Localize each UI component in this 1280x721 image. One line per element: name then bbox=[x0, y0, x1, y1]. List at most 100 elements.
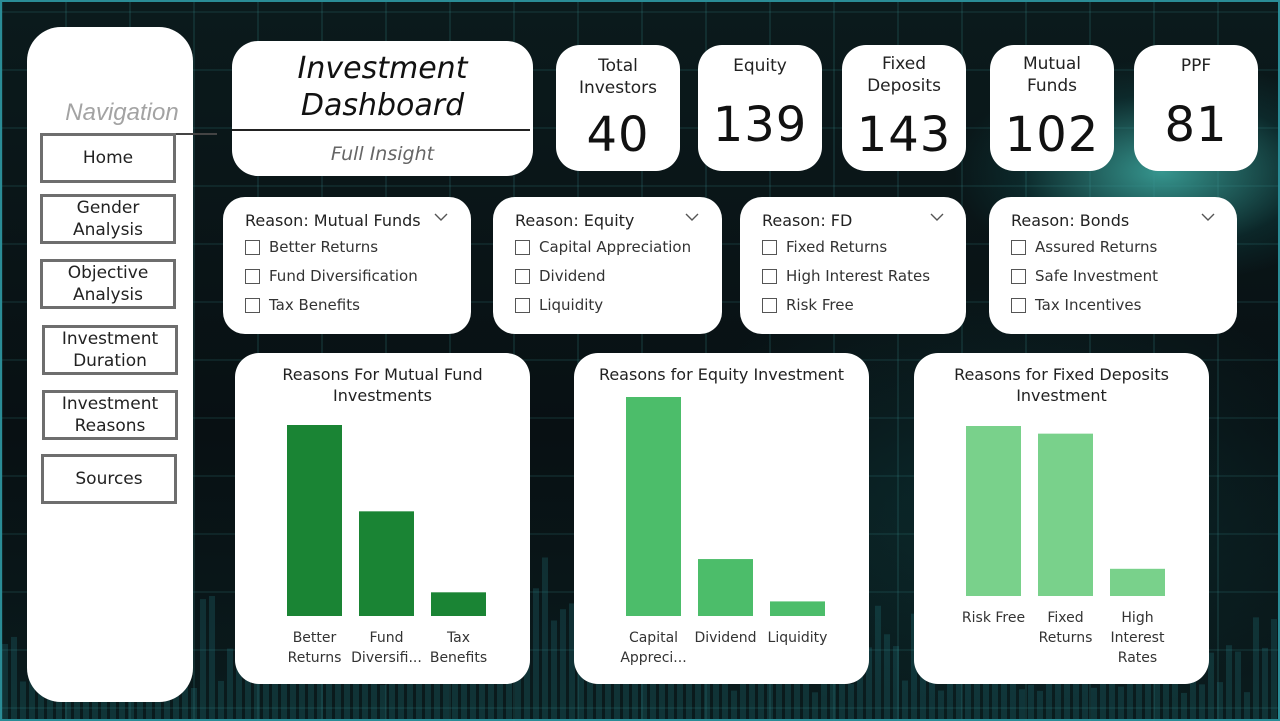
background-equalizer-bar bbox=[1271, 619, 1277, 721]
background-equalizer-bar bbox=[227, 648, 233, 721]
bar[interactable] bbox=[626, 397, 681, 616]
checkbox[interactable] bbox=[1011, 268, 1026, 284]
page-subtitle: Full Insight bbox=[330, 143, 435, 165]
nav-gender-analysis-button[interactable]: Gender Analysis bbox=[40, 194, 176, 244]
slicer-title: Reason: Equity bbox=[515, 211, 635, 230]
kpi-label: Mutual Funds bbox=[990, 53, 1114, 97]
slicer-option[interactable]: Risk Free bbox=[762, 296, 854, 314]
x-tick-label: Liquidity bbox=[768, 630, 828, 646]
background-equalizer-bar bbox=[902, 680, 908, 721]
checkbox[interactable] bbox=[245, 268, 260, 284]
slicer-option-label: Better Returns bbox=[269, 238, 379, 256]
slicer-option[interactable]: High Interest Rates bbox=[762, 267, 930, 285]
background-equalizer-bar bbox=[812, 692, 818, 721]
checkbox[interactable] bbox=[1011, 239, 1026, 255]
bar[interactable] bbox=[698, 559, 753, 616]
checkbox[interactable] bbox=[245, 239, 260, 255]
bar[interactable] bbox=[359, 511, 414, 616]
slicer-fd[interactable]: Reason: FD Fixed Returns High Interest R… bbox=[740, 197, 966, 334]
slicer-option[interactable]: Tax Benefits bbox=[245, 296, 360, 314]
checkbox[interactable] bbox=[515, 297, 530, 313]
checkbox[interactable] bbox=[762, 239, 777, 255]
x-tick-label: Risk Free bbox=[962, 610, 1025, 626]
kpi-label: PPF bbox=[1180, 56, 1212, 76]
kpi-label: Total Investors bbox=[556, 55, 680, 99]
slicer-option[interactable]: Dividend bbox=[515, 267, 606, 285]
kpi-label: Fixed Deposits bbox=[842, 53, 966, 97]
background-equalizer-bar bbox=[533, 588, 539, 721]
bar-chart: Capital Appreci... Dividend Liquidity bbox=[620, 397, 828, 666]
kpi-total-investors: Total Investors 40 bbox=[556, 45, 680, 171]
checkbox[interactable] bbox=[762, 268, 777, 284]
slicer-option[interactable]: Fixed Returns bbox=[762, 238, 887, 256]
nav-objective-analysis-button[interactable]: Objective Analysis bbox=[40, 259, 176, 309]
kpi-label-line1: Total bbox=[598, 56, 638, 76]
slicer-option[interactable]: Tax Incentives bbox=[1011, 296, 1141, 314]
background-equalizer-bar bbox=[1163, 679, 1169, 721]
background-equalizer-bar bbox=[1118, 686, 1124, 721]
slicer-option-label: Capital Appreciation bbox=[539, 238, 692, 256]
background-equalizer-bar bbox=[1073, 678, 1079, 721]
slicer-title: Reason: Mutual Funds bbox=[245, 211, 421, 230]
background-equalizer-bar bbox=[218, 680, 224, 721]
nav-reasons-label-line1: Investment bbox=[61, 394, 159, 414]
slicer-option[interactable]: Better Returns bbox=[245, 238, 378, 256]
slicer-option-label: Tax Incentives bbox=[1035, 296, 1142, 314]
background-equalizer-bar bbox=[11, 636, 17, 721]
page-title: Investment Dashboard bbox=[232, 50, 533, 124]
bar[interactable] bbox=[1038, 433, 1093, 596]
kpi-label-line1: Fixed bbox=[881, 54, 927, 74]
kpi-label-line2: Investors bbox=[578, 78, 658, 98]
background-equalizer-bar bbox=[875, 605, 881, 721]
chevron-down-icon[interactable] bbox=[1200, 211, 1216, 223]
background-equalizer-bar bbox=[641, 679, 647, 721]
checkbox[interactable] bbox=[515, 268, 530, 284]
slicer-equity[interactable]: Reason: Equity Capital Appreciation Divi… bbox=[493, 197, 722, 334]
slicer-option[interactable]: Fund Diversification bbox=[245, 267, 418, 285]
bar[interactable] bbox=[770, 601, 825, 616]
background-equalizer-bar bbox=[1235, 651, 1241, 721]
slicer-option[interactable]: Assured Returns bbox=[1011, 238, 1157, 256]
x-tick-label: Fixed bbox=[1047, 610, 1083, 626]
background-equalizer-bar bbox=[1181, 692, 1187, 721]
dashboard-title-card: Investment Dashboard Full Insight bbox=[232, 41, 533, 176]
slicer-option-label: Tax Benefits bbox=[269, 296, 360, 314]
slicer-option[interactable]: Safe Investment bbox=[1011, 267, 1158, 285]
slicer-option[interactable]: Liquidity bbox=[515, 296, 603, 314]
navigation-title: Navigation bbox=[65, 99, 179, 126]
nav-investment-reasons-button[interactable]: Investment Reasons bbox=[42, 390, 178, 440]
slicer-option-label: Fixed Returns bbox=[786, 238, 888, 256]
nav-sources-button[interactable]: Sources bbox=[41, 454, 177, 504]
bar[interactable] bbox=[1110, 568, 1165, 596]
nav-home-button[interactable]: Home bbox=[40, 133, 176, 183]
chevron-down-icon[interactable] bbox=[929, 211, 945, 223]
chevron-down-icon[interactable] bbox=[684, 211, 700, 223]
kpi-equity: Equity 139 bbox=[698, 45, 822, 171]
slicer-option[interactable]: Capital Appreciation bbox=[515, 238, 691, 256]
slicer-option-label: Dividend bbox=[539, 267, 606, 285]
nav-investment-duration-button[interactable]: Investment Duration bbox=[42, 325, 178, 375]
checkbox[interactable] bbox=[762, 297, 777, 313]
checkbox[interactable] bbox=[1011, 297, 1026, 313]
background-equalizer-bar bbox=[947, 677, 953, 721]
background-equalizer-bar bbox=[1217, 682, 1223, 721]
bar[interactable] bbox=[966, 426, 1021, 596]
slicer-option-label: High Interest Rates bbox=[786, 267, 931, 285]
nav-objective-label-line2: Analysis bbox=[72, 285, 144, 305]
page-title-line2: Dashboard bbox=[300, 88, 465, 123]
kpi-value: 139 bbox=[712, 97, 808, 153]
background-equalizer-bar bbox=[560, 609, 566, 721]
slicer-mutual-funds[interactable]: Reason: Mutual Funds Better Returns Fund… bbox=[223, 197, 471, 334]
bar[interactable] bbox=[287, 425, 342, 616]
x-tick-label: Dividend bbox=[694, 630, 756, 646]
chevron-down-icon[interactable] bbox=[433, 211, 449, 223]
nav-sources-label: Sources bbox=[75, 469, 143, 489]
background-equalizer-bar bbox=[1253, 617, 1259, 721]
checkbox[interactable] bbox=[245, 297, 260, 313]
slicer-bonds[interactable]: Reason: Bonds Assured Returns Safe Inves… bbox=[989, 197, 1237, 334]
checkbox[interactable] bbox=[515, 239, 530, 255]
slicer-option-label: Liquidity bbox=[539, 296, 604, 314]
slicer-option-label: Assured Returns bbox=[1035, 238, 1158, 256]
kpi-value: 81 bbox=[1164, 97, 1228, 153]
bar[interactable] bbox=[431, 592, 486, 616]
